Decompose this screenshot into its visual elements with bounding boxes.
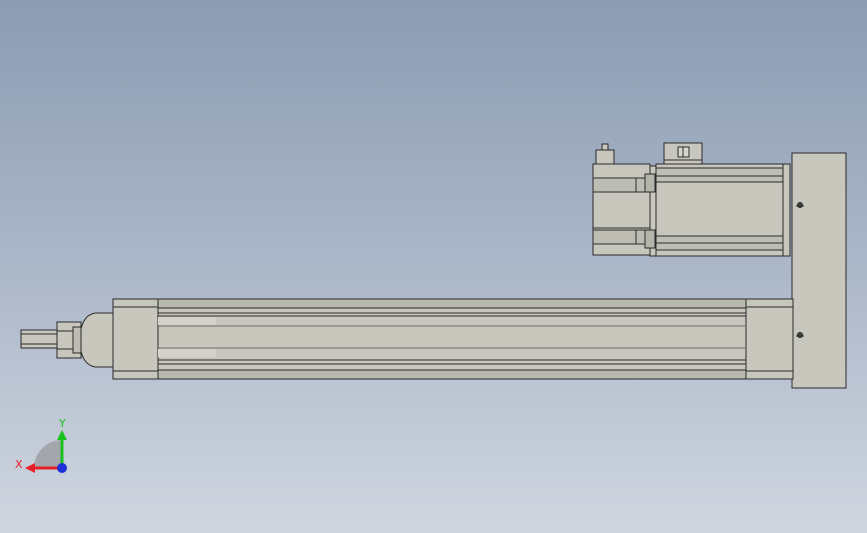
mounting-plate [791,152,847,389]
extrusion-profile [157,298,747,380]
servo-motor [592,142,791,257]
z-axis-origin [57,463,67,473]
front-end-cap [112,298,159,380]
rod-flange [79,312,114,368]
actuator-drawing: Y X [15,142,847,473]
triad-plane-indicator [34,440,62,468]
rod-end [20,312,114,368]
axis-triad: Y X [15,417,67,473]
mount-bolt-top [797,202,803,208]
mount-bolt-bottom [797,332,803,338]
motor-gland [595,149,615,166]
cad-viewport[interactable]: Y X [0,0,867,533]
rear-end-cap [745,298,794,380]
x-axis-label: X [15,458,23,471]
y-axis-label: Y [58,417,66,430]
actuator-tube [112,298,794,380]
piston-rod [20,329,58,349]
